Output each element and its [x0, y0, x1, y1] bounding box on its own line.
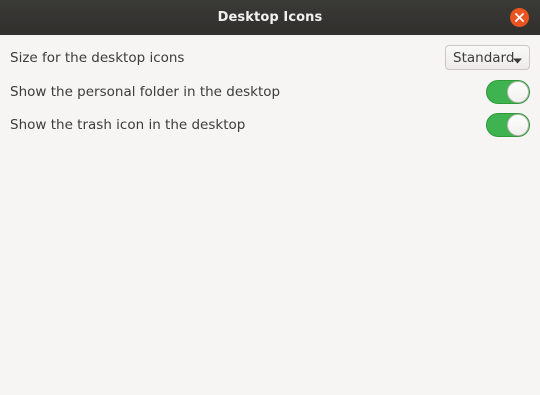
trash-icon-switch[interactable]: [486, 113, 530, 137]
personal-folder-switch[interactable]: [486, 80, 530, 104]
chevron-down-icon: [513, 48, 522, 67]
setting-row-trash-icon: Show the trash icon in the desktop: [10, 110, 530, 140]
close-button[interactable]: [510, 8, 529, 27]
settings-panel: Size for the desktop icons Standard Show…: [0, 35, 540, 395]
close-icon: [515, 13, 524, 22]
title-bar[interactable]: Desktop Icons: [0, 0, 540, 35]
icon-size-value: Standard: [453, 49, 515, 66]
desktop-icons-window: Desktop Icons Size for the desktop icons…: [0, 0, 540, 395]
switch-knob: [507, 81, 529, 103]
icon-size-label: Size for the desktop icons: [10, 50, 185, 66]
setting-row-personal-folder: Show the personal folder in the desktop: [10, 77, 530, 107]
trash-icon-label: Show the trash icon in the desktop: [10, 117, 246, 133]
personal-folder-label: Show the personal folder in the desktop: [10, 84, 281, 100]
switch-knob: [507, 114, 529, 136]
window-title: Desktop Icons: [217, 10, 323, 25]
setting-row-icon-size: Size for the desktop icons Standard: [10, 43, 530, 73]
icon-size-dropdown[interactable]: Standard: [445, 45, 530, 70]
